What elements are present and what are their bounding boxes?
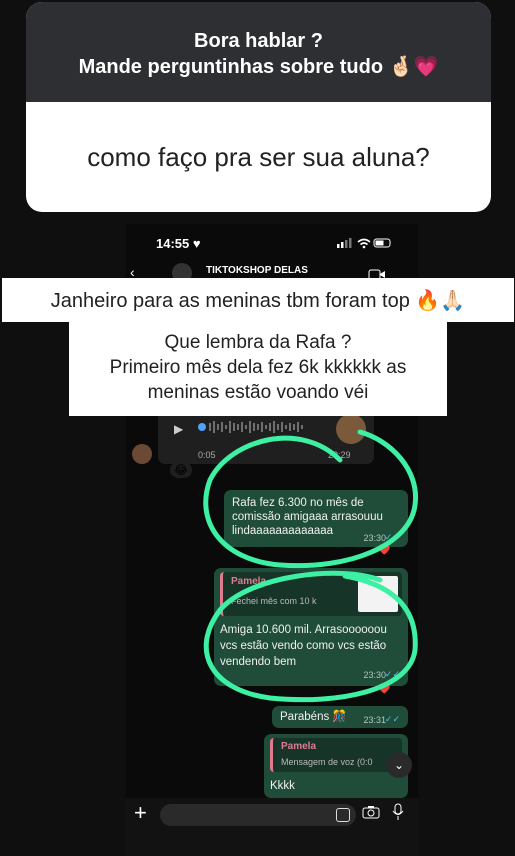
caption-2-line1: Que lembra da Rafa ? (164, 332, 352, 353)
highlight-circle-2 (203, 570, 418, 703)
caption-2-line3: meninas estão voando véi (147, 382, 369, 403)
caption-1: Janheiro para as meninas tbm foram top 🔥… (2, 278, 514, 322)
caption-2-line2: Primeiro mês dela fez 6k kkkkkk as (109, 357, 407, 378)
caption-2: Que lembra da Rafa ? Primeiro mês dela f… (69, 322, 447, 416)
highlight-circle-1 (203, 429, 419, 569)
highlight-annotations (203, 429, 419, 703)
